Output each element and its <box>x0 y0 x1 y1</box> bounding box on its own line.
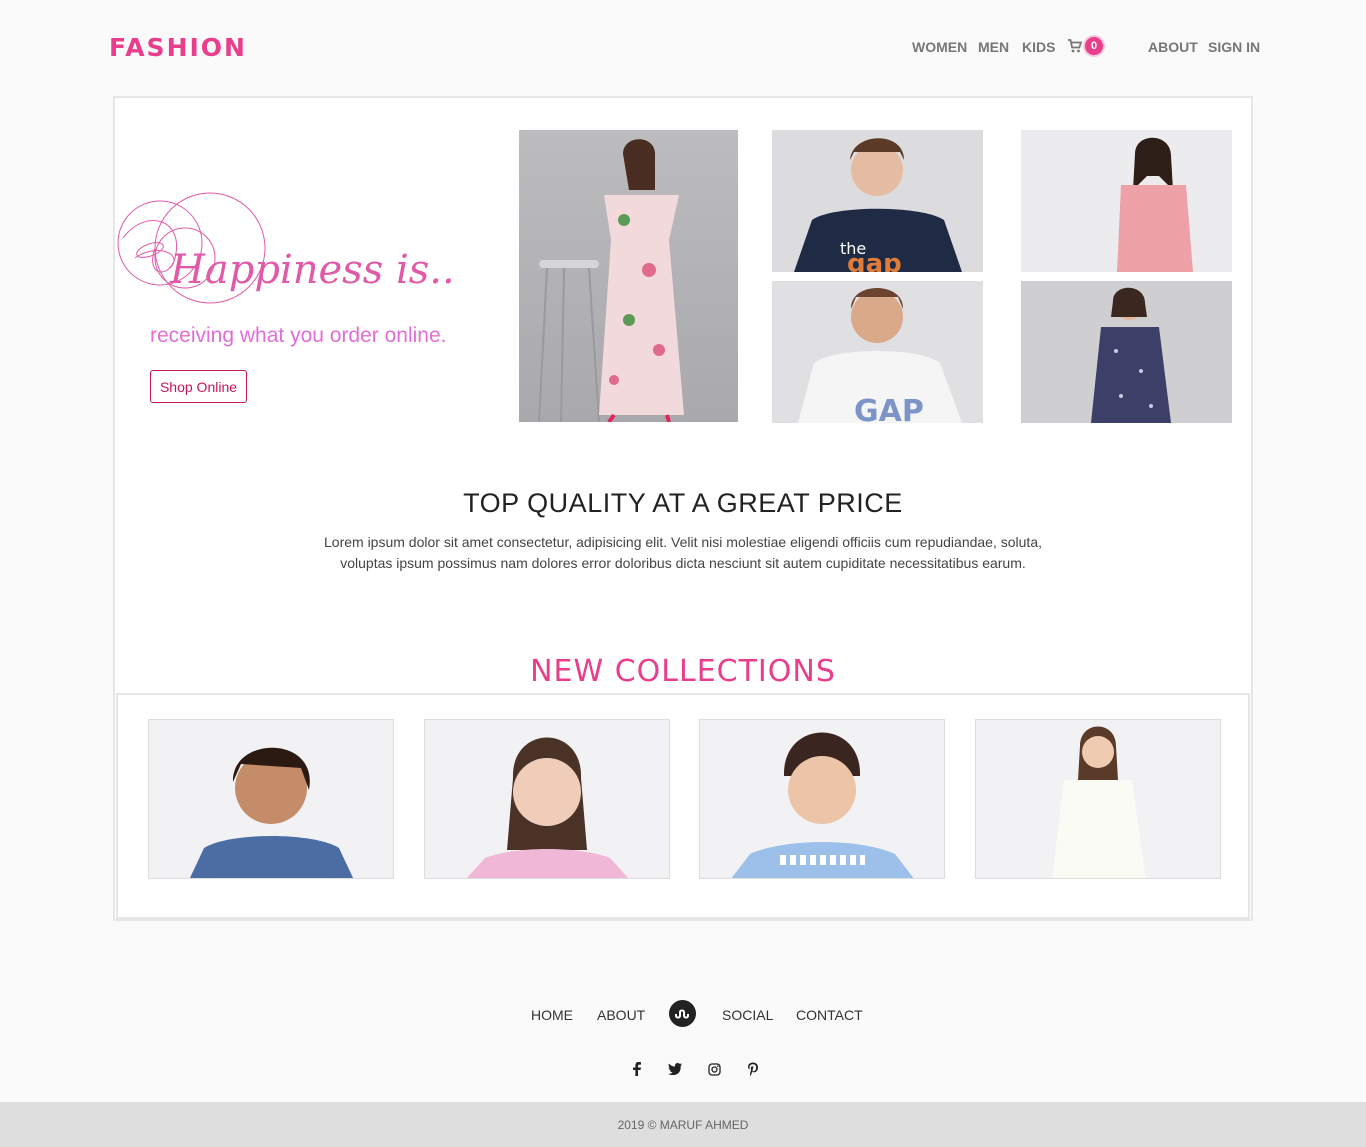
nav-kids[interactable]: KIDS <box>1022 39 1055 55</box>
twitter-icon[interactable] <box>667 1061 683 1077</box>
collection-card-boy[interactable] <box>148 719 394 879</box>
hero-subtitle: receiving what you order online. <box>150 324 447 347</box>
new-collections-title: NEW COLLECTIONS <box>530 654 836 689</box>
collection-card-girl-pink[interactable] <box>424 719 670 879</box>
nav-women[interactable]: WOMEN <box>912 39 967 55</box>
nav-men[interactable]: MEN <box>978 39 1009 55</box>
instagram-icon[interactable] <box>706 1061 722 1077</box>
stumbleupon-icon[interactable] <box>669 1000 696 1027</box>
nav-about[interactable]: ABOUT <box>1148 39 1198 55</box>
collection-card-girl-blue[interactable] <box>699 719 945 879</box>
happiness-script-text: Happiness is... <box>169 247 455 293</box>
cart-count-badge: 0 <box>1085 37 1103 55</box>
shop-online-button[interactable]: Shop Online <box>150 370 247 403</box>
footer-link-about[interactable]: ABOUT <box>597 1007 645 1023</box>
cart-icon <box>1068 39 1083 53</box>
quality-title: TOP QUALITY AT A GREAT PRICE <box>463 488 903 518</box>
copyright-bar: 2019 © MARUF AHMED <box>0 1102 1366 1147</box>
pinterest-icon[interactable] <box>745 1061 761 1077</box>
svg-text:GAP: GAP <box>854 394 924 423</box>
happiness-script-graphic: Happiness is... <box>117 192 455 304</box>
svg-text:gap: gap <box>847 249 902 272</box>
cart-button[interactable]: 0 <box>1067 37 1103 55</box>
woman-pink-shirt-dress-photo <box>1021 130 1232 272</box>
woman-floral-dress-photo <box>519 130 738 422</box>
collections-panel <box>116 693 1250 919</box>
footer-link-contact[interactable]: CONTACT <box>796 1007 863 1023</box>
site-logo[interactable]: FASHION <box>109 33 247 62</box>
man-white-gap-tshirt-photo: GAP <box>772 281 983 423</box>
footer-link-social[interactable]: SOCIAL <box>722 1007 773 1023</box>
collection-card-girl-white[interactable] <box>975 719 1221 879</box>
man-navy-tshirt-photo: the gap <box>772 130 983 272</box>
copyright-text: 2019 © MARUF AHMED <box>617 1117 749 1132</box>
nav-sign-in[interactable]: SIGN IN <box>1208 39 1260 55</box>
footer-link-home[interactable]: HOME <box>531 1007 573 1023</box>
quality-description: Lorem ipsum dolor sit amet consectetur, … <box>324 534 1042 571</box>
main-container: Happiness is... receiving what you order… <box>113 96 1253 921</box>
woman-navy-print-dress-photo <box>1021 281 1232 423</box>
facebook-icon[interactable] <box>629 1061 645 1077</box>
